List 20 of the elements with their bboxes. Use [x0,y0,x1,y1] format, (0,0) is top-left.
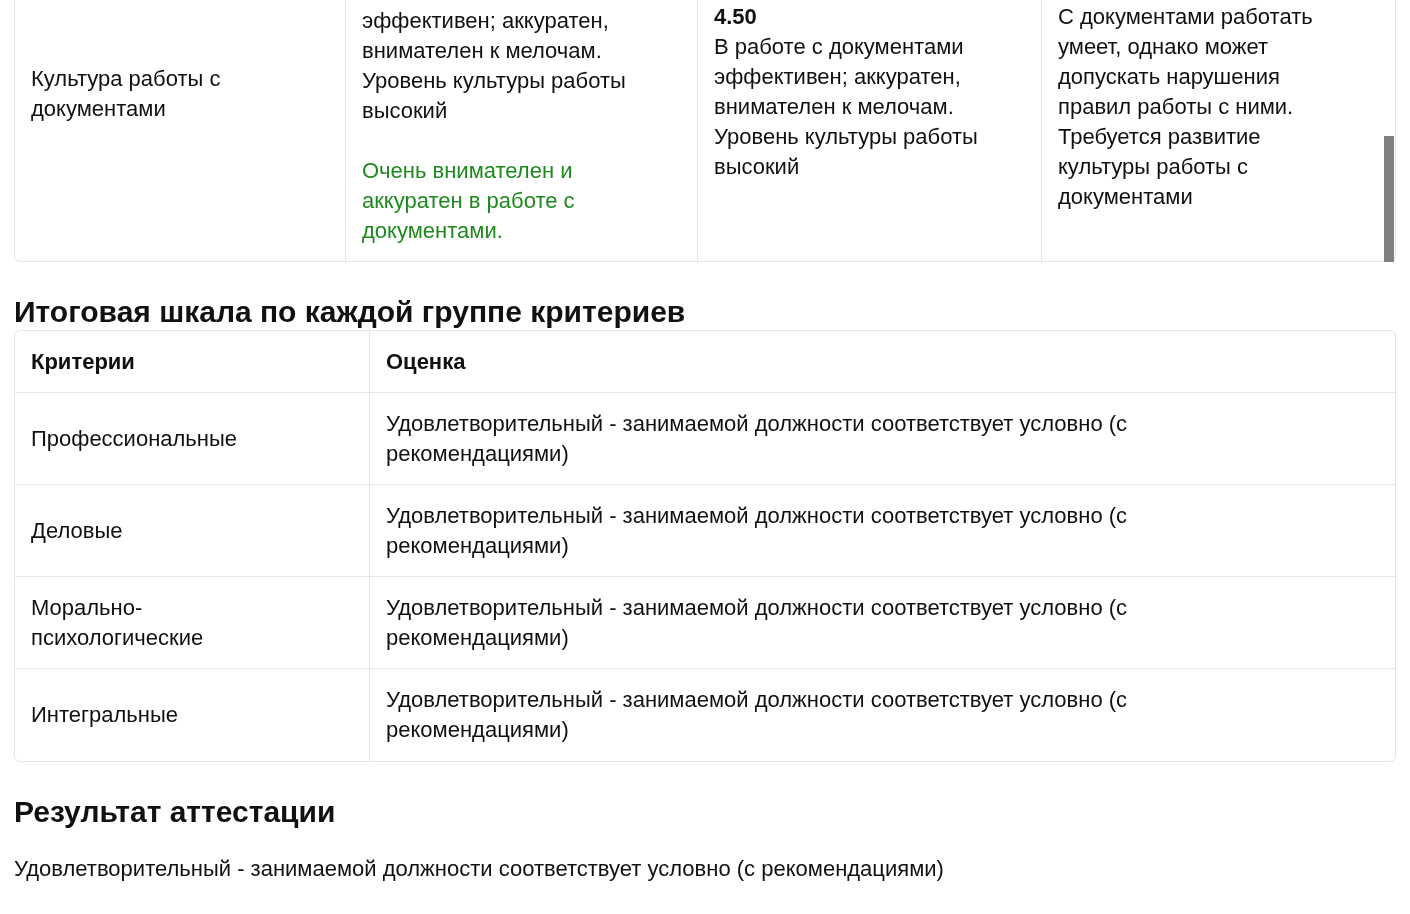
criterion-cell-text: Культура работы с документами [31,65,222,123]
table-cell-text: Удовлетворительный - занимаемой должности соответствует условно (с рекомендациями) [386,501,1129,560]
table-cell-text: Удовлетворительный - занимаемой должности соответствует условно (с рекомендациями) [386,686,1129,744]
table-cell-text: Морально-психологические [31,593,205,652]
table-cell-text: С документами работать умеет, однако может допускать нарушения правил работы с ними. Требуется развитие культуры работы с документами [1058,3,1314,211]
section-title: Итоговая шкала по каждой группе критериев [14,294,687,330]
table-cell-text: эффективен; аккуратен, внимателен к мелочам. Уровень культуры работы высокий [362,7,627,125]
scrollbar-thumb[interactable] [1384,136,1394,262]
result-text: Удовлетворительный - занимаемой должности соответствует условно (с рекомендациями) [14,855,945,883]
table-cell-text: В работе с документами эффективен; аккуратен, внимателен к мелочам. Уровень культуры работы высокий [714,33,979,181]
table-cell-text: Интегральные [31,701,180,729]
table-cell-text: Профессиональные [31,424,239,453]
table-cell-text: Удовлетворительный - занимаемой должности соответствует условно (с рекомендациями) [386,593,1129,652]
score-text: 4.50 [714,3,758,31]
column-header: Критерии [31,347,135,376]
section-title: Результат аттестации [14,794,337,830]
table-cell-text: Удовлетворительный - занимаемой должности соответствует условно (с рекомендациями) [386,409,1129,468]
comment-text: Очень внимателен и аккуратен в работе с документами. [362,157,576,245]
table-cell-text: Деловые [31,516,124,545]
column-header: Оценка [386,347,466,376]
